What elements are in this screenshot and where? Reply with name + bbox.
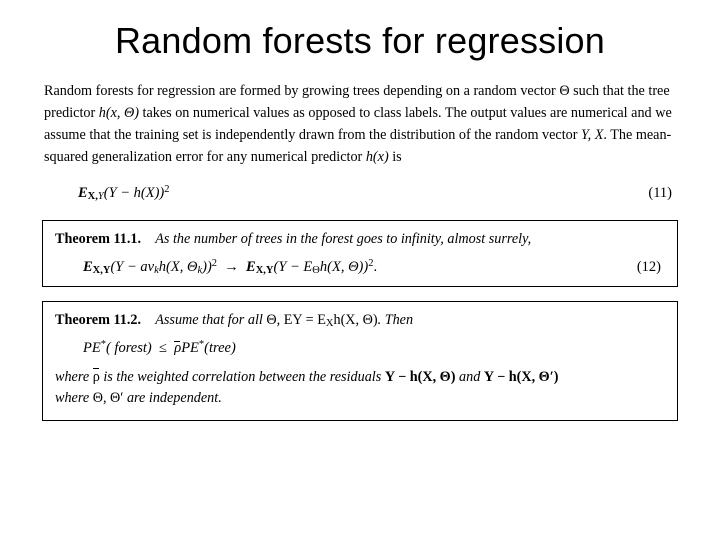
- where-theta-prime: Θ′: [110, 390, 123, 406]
- eq11-sq: 2: [164, 184, 169, 195]
- where-end: are independent.: [123, 390, 221, 406]
- equation-12-number: (12): [637, 259, 661, 276]
- where-line2-pre: where: [55, 390, 93, 406]
- intro-paragraph: Random forests for regression are formed…: [44, 80, 676, 168]
- thm12-stmt-post: . Then: [378, 312, 413, 328]
- eq12-lhs-sq: 2: [212, 258, 217, 269]
- y-x-vector: Y, X: [581, 127, 603, 143]
- theorem-11-2-statement: Assume that for all Θ, EY = EXh(X, Θ). T…: [155, 312, 413, 328]
- slide-container: Random forests for regression Random for…: [0, 0, 720, 421]
- equation-12: EX,Y(Y − avkh(X, Θk))2 → EX,Y(Y − EΘh(X,…: [83, 258, 377, 276]
- where-theta: Θ: [93, 390, 103, 406]
- eq12-lhs-body1: (Y − av: [110, 259, 154, 275]
- theorem-11-1-head: Theorem 11.1. As the number of trees in …: [55, 231, 665, 248]
- thm12-theta: Θ: [266, 312, 276, 328]
- intro-text-3: takes on numerical values as opposed to …: [44, 105, 672, 143]
- eq12-rhs-sub: X,Y: [256, 265, 274, 276]
- theta-symbol: Θ: [559, 83, 569, 99]
- intro-text-1: Random forests for regression are formed…: [44, 83, 559, 99]
- eq12-rhs-E: E: [246, 259, 256, 275]
- eq12-rhs-body1: (Y − E: [274, 259, 313, 275]
- where-res1: Y − h(X, Θ): [385, 369, 456, 385]
- thm12-pe-2: PE: [181, 340, 199, 356]
- thm12-forest: ( forest): [106, 340, 152, 356]
- slide-title: Random forests for regression: [38, 20, 682, 62]
- theorem-11-1-box: Theorem 11.1. As the number of trees in …: [42, 220, 678, 287]
- eq12-lhs-sub: X,Y: [93, 265, 111, 276]
- thm12-where: where ρ is the weighted correlation betw…: [55, 367, 665, 410]
- eq11-E: E: [78, 185, 88, 201]
- thm12-ey-post: h(X, Θ): [333, 312, 377, 328]
- where-pre: where: [55, 369, 93, 385]
- eq12-lhs-E: E: [83, 259, 93, 275]
- thm12-pe-1: PE: [83, 340, 101, 356]
- hx-symbol: h(x): [366, 149, 389, 165]
- theorem-11-2-box: Theorem 11.2. Assume that for all Θ, EY …: [42, 301, 678, 421]
- eq12-lhs-body2: h(X, Θ: [159, 259, 198, 275]
- equation-12-row: EX,Y(Y − avkh(X, Θk))2 → EX,Y(Y − EΘh(X,…: [55, 258, 665, 276]
- thm12-stmt-mid: ,: [277, 312, 284, 328]
- eq12-arrow: →: [224, 259, 239, 275]
- eq12-rhs-theta-sub: Θ: [312, 265, 320, 276]
- hx-theta: h(x, Θ): [99, 105, 139, 121]
- where-comma: ,: [103, 390, 110, 406]
- where-rhobar: ρ: [93, 367, 100, 388]
- equation-11-row: EX,Y(Y − h(X))2 (11): [44, 184, 676, 202]
- where-res2: Y − h(X, Θ′): [484, 369, 559, 385]
- eq12-rhs-period: .: [373, 259, 377, 275]
- eq11-sub-x: X,: [88, 191, 98, 202]
- where-mid: is the weighted correlation between the …: [100, 369, 385, 385]
- intro-text-5: is: [389, 149, 402, 165]
- equation-11-number: (11): [648, 185, 672, 202]
- thm12-stmt-pre: Assume that for all: [155, 312, 266, 328]
- theorem-11-2-label: Theorem 11.2.: [55, 312, 141, 328]
- thm12-ey: EY = E: [284, 312, 326, 328]
- where-and: and: [455, 369, 483, 385]
- eq12-lhs-body3: )): [202, 259, 212, 275]
- equation-11: EX,Y(Y − h(X))2: [78, 184, 170, 202]
- eq11-body: (Y − h(X)): [104, 185, 165, 201]
- theorem-11-1-label: Theorem 11.1.: [55, 231, 141, 247]
- thm12-le: ≤: [159, 340, 167, 356]
- eq12-rhs-body2: h(X, Θ)): [320, 259, 368, 275]
- thm12-rhobar: ρ: [174, 340, 181, 357]
- theorem-11-1-statement: As the number of trees in the forest goe…: [155, 231, 531, 247]
- thm12-tree: (tree): [204, 340, 236, 356]
- theorem-11-2-head: Theorem 11.2. Assume that for all Θ, EY …: [55, 312, 665, 329]
- thm12-equation: PE*( forest) ≤ ρPE*(tree): [83, 339, 665, 357]
